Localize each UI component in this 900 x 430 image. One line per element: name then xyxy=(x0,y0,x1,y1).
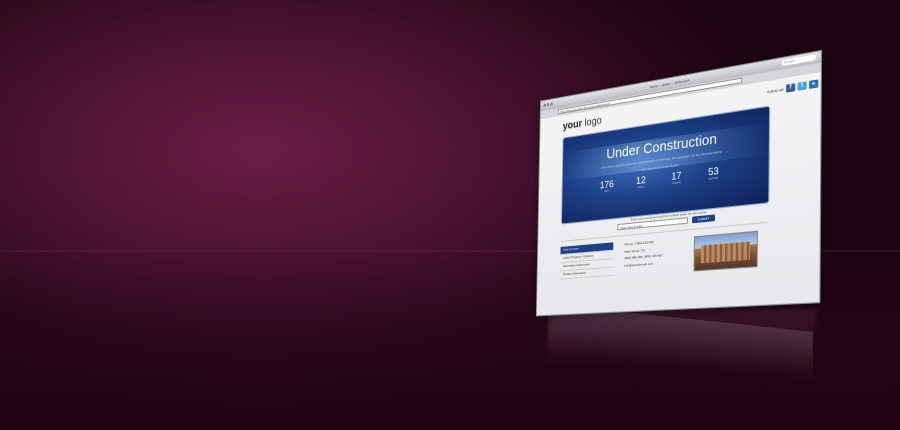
facebook-icon[interactable]: f xyxy=(786,83,796,93)
minimize-window-icon[interactable] xyxy=(546,102,550,107)
logo-word-logo: logo xyxy=(584,115,602,130)
countdown-days: 176 days xyxy=(593,178,621,195)
submit-button[interactable]: SUBMIT xyxy=(692,214,716,224)
countdown-hours: 12 hours xyxy=(626,173,655,190)
contact-info: Phone: 1-800-123-456 Main Street, CA (80… xyxy=(624,238,663,269)
browser-window: Name — Editor — Watermark Google http://… xyxy=(535,49,823,317)
twitter-icon[interactable]: t xyxy=(797,81,807,91)
side-menu: Find Us Here Latest Projects / Updates S… xyxy=(560,242,614,280)
follow-label: follow us! xyxy=(767,87,784,95)
window-controls[interactable] xyxy=(543,102,553,108)
zoom-window-icon[interactable] xyxy=(550,102,553,106)
building-photo xyxy=(693,230,759,272)
countdown-minutes: 17 minutes xyxy=(661,169,691,187)
site-logo[interactable]: your logo xyxy=(563,115,602,132)
browser-stage: Name — Editor — Watermark Google http://… xyxy=(535,49,823,320)
close-window-icon[interactable] xyxy=(543,103,547,107)
building-facade xyxy=(700,241,751,264)
countdown-seconds: 53 seconds xyxy=(698,164,730,182)
logo-word-your: your xyxy=(562,118,583,133)
linkedin-icon[interactable]: in xyxy=(808,79,819,89)
